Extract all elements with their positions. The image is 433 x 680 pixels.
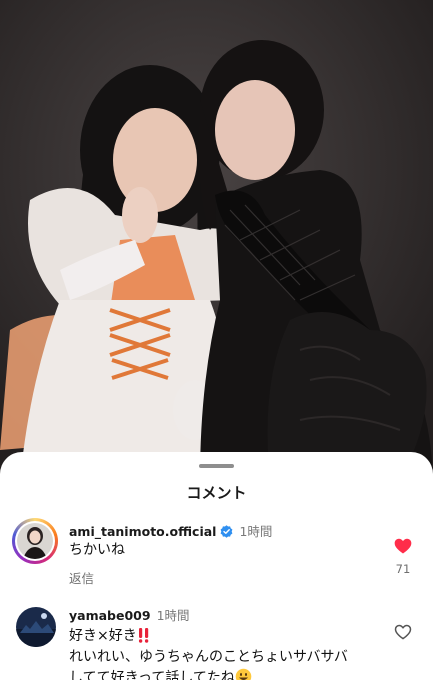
comment-time: 1時間 (239, 524, 273, 539)
comment-text-segment: 好き×好き (69, 628, 137, 644)
photo-of-two-people-icon (0, 0, 433, 480)
like-count: 71 (395, 562, 411, 576)
comment-meta: ami_tanimoto.official 1時間 (69, 521, 272, 540)
reply-button[interactable]: 返信 (69, 568, 94, 587)
avatar-photo-icon (17, 523, 53, 559)
comment-item: yamabe009 1時間 好き×好き れいれい、ゆうちゃんのことちょいサバサバ … (0, 604, 433, 680)
post-photo (0, 0, 433, 480)
comment-time: 1時間 (156, 608, 190, 623)
verified-badge-icon (221, 525, 233, 538)
avatar[interactable] (16, 607, 56, 647)
comment-text-segment: してて好きって話してたね (69, 670, 235, 680)
avatar[interactable] (12, 518, 58, 564)
avatar-photo-icon (16, 607, 56, 647)
double-exclamation-icon (138, 628, 149, 643)
sheet-drag-handle[interactable] (199, 464, 234, 468)
comment-item: ami_tanimoto.official 1時間 ちかいね 返信 71 (0, 518, 433, 588)
grinning-face-icon (235, 668, 252, 680)
comment-text-line: してて好きって話してたね (69, 668, 252, 680)
comment-text: ちかいね (69, 542, 125, 558)
comments-sheet: コメント ami_tanimoto.official 1時間 ちかいね 返信 7… (0, 452, 433, 680)
comment-username[interactable]: ami_tanimoto.official (69, 524, 216, 539)
comment-meta: yamabe009 1時間 (69, 605, 190, 624)
comment-text-line: れいれい、ゆうちゃんのことちょいサバサバ (69, 649, 348, 665)
comment-text-line: 好き×好き (69, 626, 151, 647)
comment-username[interactable]: yamabe009 (69, 608, 151, 623)
sheet-title: コメント (186, 484, 247, 502)
heart-outline-icon[interactable] (393, 622, 413, 642)
heart-filled-icon[interactable] (393, 536, 413, 556)
